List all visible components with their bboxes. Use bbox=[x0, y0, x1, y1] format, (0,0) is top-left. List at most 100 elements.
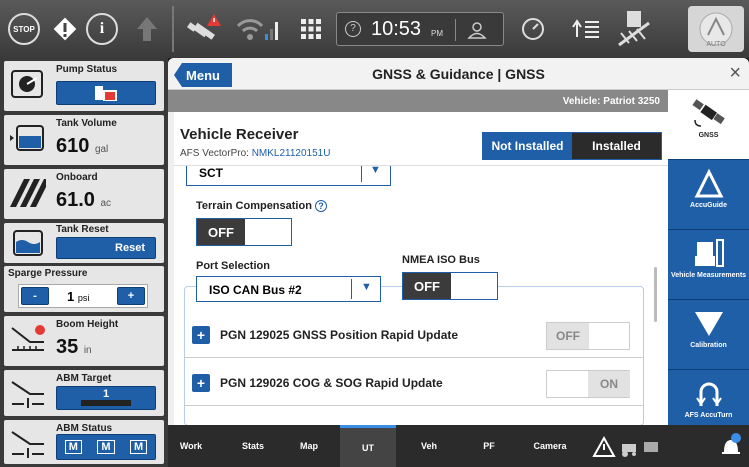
tank-reset-icon bbox=[13, 230, 43, 256]
install-segment: Not Installed Installed bbox=[482, 132, 662, 160]
subtitle-id: NMKL21120151U bbox=[251, 148, 331, 159]
tab-ut[interactable]: UT bbox=[340, 425, 396, 467]
tank-reset-tile[interactable]: Tank Reset Reset bbox=[4, 223, 164, 263]
tab-vehicle-measurements[interactable]: Vehicle Measurements bbox=[668, 230, 749, 300]
increase-button[interactable]: + bbox=[117, 287, 145, 305]
stop-button[interactable]: STOP bbox=[8, 13, 40, 45]
not-installed-option[interactable]: Not Installed bbox=[483, 133, 572, 159]
tile-title: Sparge Pressure bbox=[8, 268, 88, 279]
toggle-state: OFF bbox=[547, 323, 589, 349]
grid-apps-icon[interactable] bbox=[298, 16, 324, 42]
abm-status-button[interactable]: M M M bbox=[56, 434, 156, 460]
receiver-header: Vehicle Receiver AFS VectorPro: NMKL2112… bbox=[174, 112, 668, 166]
tab-label: GNSS bbox=[698, 132, 719, 139]
expand-plus-icon[interactable]: + bbox=[192, 326, 210, 344]
tank-icon bbox=[10, 125, 44, 151]
implement-icon bbox=[644, 442, 658, 452]
tab-label: Work bbox=[179, 441, 203, 451]
window-header: Menu GNSS & Guidance | GNSS × bbox=[168, 58, 749, 90]
tab-stats[interactable]: Stats bbox=[230, 425, 276, 467]
sprayer-section-icon[interactable] bbox=[616, 8, 652, 48]
pgn-row[interactable]: + PGN 129026 COG & SOG Rapid Update ON bbox=[184, 360, 644, 406]
clock-time: 10:53 bbox=[371, 18, 422, 40]
calibration-icon bbox=[694, 312, 723, 336]
tank-volume-value: 610 gal bbox=[56, 135, 108, 158]
alert-diamond-icon[interactable] bbox=[50, 14, 80, 44]
pump-toggle-button[interactable] bbox=[56, 81, 156, 105]
boom-height-tile[interactable]: Boom Height 35 in bbox=[4, 316, 164, 366]
alerts-area[interactable] bbox=[588, 425, 668, 467]
tank-reset-button[interactable]: Reset bbox=[56, 237, 156, 259]
stop-label: STOP bbox=[13, 24, 35, 34]
settings-panel: Vehicle Receiver AFS VectorPro: NMKL2112… bbox=[174, 112, 668, 425]
tab-pf[interactable]: PF bbox=[466, 425, 512, 467]
tab-veh[interactable]: Veh bbox=[406, 425, 452, 467]
decrease-button[interactable]: - bbox=[21, 287, 49, 305]
help-icon[interactable]: ? bbox=[315, 200, 327, 212]
tab-label: Map bbox=[300, 441, 318, 451]
area-hatch-icon bbox=[10, 179, 46, 207]
sparge-pressure-tile[interactable]: Sparge Pressure - 1 psi + bbox=[4, 266, 164, 312]
divider bbox=[172, 6, 174, 52]
clock-ampm: PM bbox=[431, 29, 443, 38]
scrollbar[interactable] bbox=[654, 267, 657, 322]
label-text: Terrain Compensation bbox=[196, 200, 312, 212]
expand-plus-icon[interactable]: + bbox=[192, 374, 210, 392]
abm-status-icon bbox=[11, 431, 44, 458]
right-tab-bar: GNSS AccuGuide Vehicle Measurements Cali… bbox=[668, 90, 749, 425]
tab-map[interactable]: Map bbox=[286, 425, 332, 467]
port-label: Port Selection bbox=[196, 260, 270, 272]
abm-target-icon bbox=[11, 381, 44, 408]
nmea-toggle[interactable]: OFF bbox=[402, 272, 498, 300]
top-status-bar: STOP i ? 10:53 PM AUTO bbox=[0, 0, 749, 58]
wifi-signal-icon[interactable] bbox=[234, 14, 282, 44]
tab-label: AccuGuide bbox=[690, 202, 727, 209]
info-button[interactable]: i bbox=[86, 13, 118, 45]
page-title: GNSS & Guidance | GNSS bbox=[372, 66, 545, 82]
guidance-lines-icon[interactable] bbox=[570, 14, 604, 44]
tab-gnss[interactable]: GNSS bbox=[668, 90, 749, 160]
pgn-label: PGN 129026 COG & SOG Rapid Update bbox=[220, 376, 443, 390]
pgn-row[interactable]: + PGN 129025 GNSS Position Rapid Update … bbox=[184, 312, 644, 358]
pump-status-tile[interactable]: Pump Status bbox=[4, 61, 164, 111]
tile-title: Tank Volume bbox=[56, 118, 117, 129]
auto-label: AUTO bbox=[706, 41, 726, 48]
subtitle-prefix: AFS VectorPro: bbox=[180, 148, 252, 159]
tab-label: UT bbox=[362, 442, 374, 453]
abm-target-tile[interactable]: ABM Target 1 bbox=[4, 370, 164, 416]
user-icon[interactable] bbox=[467, 20, 487, 45]
tab-camera[interactable]: Camera bbox=[522, 425, 578, 467]
port-dropdown[interactable]: ISO CAN Bus #2 ▼ bbox=[196, 276, 381, 302]
tank-volume-tile[interactable]: Tank Volume 610 gal bbox=[4, 115, 164, 165]
tab-label: Camera bbox=[533, 441, 567, 451]
redacted-bar bbox=[81, 400, 131, 406]
pgn-toggle[interactable]: OFF bbox=[546, 322, 630, 350]
clock-widget[interactable]: ? 10:53 PM bbox=[336, 12, 504, 46]
pgn-toggle[interactable]: ON bbox=[546, 370, 630, 398]
value: 61.0 bbox=[56, 189, 95, 211]
tab-accuguide[interactable]: AccuGuide bbox=[668, 160, 749, 230]
pgn-label: PGN 129025 GNSS Position Rapid Update bbox=[220, 328, 459, 342]
tab-work[interactable]: Work bbox=[168, 425, 214, 467]
auto-steer-button[interactable]: AUTO bbox=[688, 6, 744, 52]
onboard-tile[interactable]: Onboard 61.0 ac bbox=[4, 169, 164, 219]
dropdown-value: SCT bbox=[199, 166, 223, 180]
abm-target-button[interactable]: 1 bbox=[56, 386, 156, 410]
onboard-value: 61.0 ac bbox=[56, 189, 111, 212]
boom-height-icon bbox=[11, 325, 45, 351]
abm-status-tile[interactable]: ABM Status M M M bbox=[4, 420, 164, 464]
installed-option[interactable]: Installed bbox=[572, 133, 661, 159]
tab-calibration[interactable]: Calibration bbox=[668, 300, 749, 370]
gauge-icon[interactable] bbox=[518, 14, 548, 44]
tab-afs-accuturn[interactable]: AFS AccuTurn bbox=[668, 370, 749, 425]
close-icon[interactable]: × bbox=[729, 62, 741, 85]
abm-badge: M bbox=[97, 440, 115, 454]
plus-label: + bbox=[127, 290, 135, 302]
notification-bell-icon[interactable] bbox=[716, 425, 746, 467]
dropdown-value: ISO CAN Bus #2 bbox=[209, 283, 302, 297]
up-arrow-icon[interactable] bbox=[132, 14, 162, 44]
sparge-stepper[interactable]: - 1 psi + bbox=[18, 284, 148, 308]
terrain-toggle[interactable]: OFF bbox=[196, 218, 292, 246]
gnss-warning-icon[interactable] bbox=[186, 12, 222, 46]
sparge-value: 1 psi bbox=[67, 289, 89, 304]
